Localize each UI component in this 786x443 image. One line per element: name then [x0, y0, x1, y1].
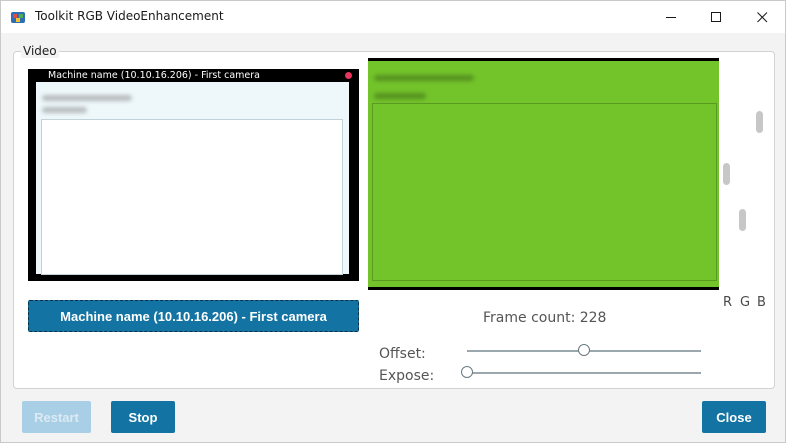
- window-title: Toolkit RGB VideoEnhancement: [35, 9, 224, 23]
- blurred-text: [374, 75, 474, 81]
- app-window: Toolkit RGB VideoEnhancement Video Machi…: [0, 0, 786, 443]
- camera-preview: Machine name (10.10.16.206) - First came…: [28, 69, 359, 281]
- blue-slider-thumb[interactable]: [739, 208, 746, 231]
- rgb-screen: [368, 61, 719, 287]
- offset-slider-thumb[interactable]: [577, 344, 590, 356]
- camera-select-button[interactable]: Machine name (10.10.16.206) - First came…: [28, 300, 359, 332]
- stop-button[interactable]: Stop: [111, 401, 175, 433]
- frame-count: Frame count: 228: [483, 310, 607, 326]
- recording-indicator: [345, 72, 352, 79]
- camera-overlay-title: Machine name (10.10.16.206) - First came…: [48, 70, 260, 81]
- expose-slider-track[interactable]: [467, 372, 701, 374]
- close-icon: [757, 12, 768, 23]
- maximize-button[interactable]: [693, 1, 739, 33]
- maximize-icon: [711, 12, 721, 22]
- camera-screen: [36, 82, 349, 275]
- blurred-text: [374, 93, 426, 99]
- rgb-inner-panel: [372, 103, 717, 281]
- video-group-legend: Video: [21, 44, 59, 58]
- rgb-preview: [368, 58, 719, 290]
- restart-button[interactable]: Restart: [22, 401, 91, 433]
- blurred-text: [42, 107, 87, 113]
- minimize-button[interactable]: [648, 1, 694, 33]
- red-label: R: [723, 295, 733, 310]
- offset-label: Offset:: [379, 346, 426, 362]
- app-icon: [11, 12, 25, 23]
- red-slider-thumb[interactable]: [756, 111, 763, 133]
- close-window-button[interactable]: [739, 1, 785, 33]
- green-slider-thumb[interactable]: [723, 163, 730, 185]
- blue-label: B: [757, 295, 766, 310]
- expose-slider-thumb[interactable]: [460, 366, 473, 378]
- camera-inner-panel: [41, 119, 343, 275]
- expose-label: Expose:: [379, 368, 435, 384]
- minimize-icon: [666, 17, 676, 18]
- close-button[interactable]: Close: [702, 401, 766, 433]
- green-label: G: [740, 295, 751, 310]
- title-bar[interactable]: Toolkit RGB VideoEnhancement: [1, 1, 785, 33]
- blurred-text: [42, 95, 132, 101]
